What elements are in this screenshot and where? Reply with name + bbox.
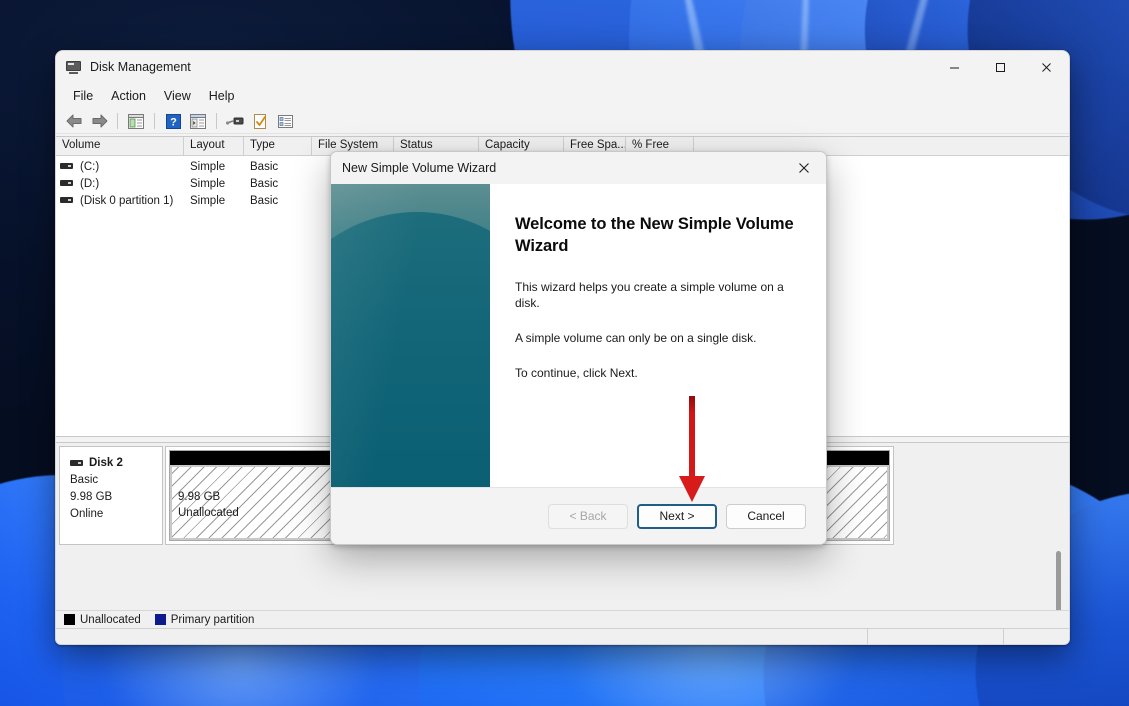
partition-label: 9.98 GB Unallocated [178, 489, 239, 521]
help-icon[interactable]: ? [162, 111, 184, 131]
drive-icon [60, 197, 73, 204]
cell-layout: Simple [190, 194, 226, 207]
window-titlebar[interactable]: Disk Management [56, 51, 1069, 83]
toolbar-separator [154, 113, 155, 129]
all-tasks-icon[interactable] [274, 111, 296, 131]
properties-icon[interactable] [249, 111, 271, 131]
wizard-content: Welcome to the New Simple Volume Wizard … [490, 184, 826, 487]
vertical-scrollbar[interactable] [1054, 443, 1063, 644]
legend-swatch-unallocated [64, 614, 75, 625]
legend-item-unallocated: Unallocated [64, 614, 141, 626]
show-hide-console-tree-icon[interactable] [125, 111, 147, 131]
wizard-titlebar[interactable]: New Simple Volume Wizard [331, 152, 826, 184]
cell-layout: Simple [190, 177, 226, 190]
column-header-volume[interactable]: Volume [56, 137, 184, 155]
disk-management-icon [66, 59, 82, 75]
wizard-footer: < Back Next > Cancel [331, 487, 826, 544]
new-simple-volume-wizard-dialog: New Simple Volume Wizard Welcome to the … [330, 151, 827, 545]
close-icon[interactable] [1023, 51, 1069, 83]
wizard-heading: Welcome to the New Simple Volume Wizard [515, 215, 794, 255]
disk-type: Basic [70, 474, 99, 486]
status-bar [56, 628, 1069, 644]
disk-status: Online [70, 508, 104, 520]
menu-file[interactable]: File [64, 86, 102, 106]
toolbar-separator [117, 113, 118, 129]
cell-volume: (Disk 0 partition 1) [80, 194, 174, 207]
disk-size: 9.98 GB [70, 491, 113, 503]
cell-layout: Simple [190, 160, 226, 173]
partition-size: 9.98 GB [178, 491, 221, 503]
close-icon[interactable] [782, 152, 826, 184]
wizard-body: Welcome to the New Simple Volume Wizard … [331, 184, 826, 487]
wizard-banner-image [331, 184, 490, 487]
legend-label-primary-partition: Primary partition [170, 613, 255, 626]
maximize-icon[interactable] [977, 51, 1023, 83]
drive-icon [60, 163, 73, 170]
wizard-paragraph-2: A simple volume can only be on a single … [515, 331, 757, 345]
wizard-paragraph-3: To continue, click Next. [515, 366, 638, 380]
menu-action[interactable]: Action [102, 86, 155, 106]
menu-view[interactable]: View [155, 86, 200, 106]
column-header-layout[interactable]: Layout [184, 137, 244, 155]
svg-text:?: ? [170, 116, 177, 128]
cancel-button[interactable]: Cancel [726, 503, 806, 529]
show-hide-action-pane-icon[interactable] [187, 111, 209, 131]
window-controls [931, 51, 1069, 83]
rescan-disks-icon[interactable] [224, 111, 246, 131]
cell-volume: (D:) [80, 177, 100, 190]
legend-label-unallocated: Unallocated [80, 613, 141, 626]
cell-volume: (C:) [80, 160, 100, 173]
annotation-arrow-icon [679, 396, 705, 502]
menu-help[interactable]: Help [200, 86, 244, 106]
cell-type: Basic [250, 177, 279, 190]
disk-info-panel[interactable]: Disk 2 Basic 9.98 GB Online [59, 446, 163, 545]
wizard-title: New Simple Volume Wizard [342, 161, 497, 175]
forward-arrow-icon[interactable] [88, 111, 110, 131]
cell-type: Basic [250, 160, 279, 173]
partition-state: Unallocated [178, 507, 239, 519]
toolbar: ? [56, 109, 1069, 134]
disk-icon [70, 459, 83, 466]
column-header-type[interactable]: Type [244, 137, 312, 155]
cell-type: Basic [250, 194, 279, 207]
back-arrow-icon[interactable] [63, 111, 85, 131]
partition-legend: Unallocated Primary partition [56, 610, 1069, 628]
disk-name-row: Disk 2 [70, 455, 162, 472]
legend-item-primary-partition: Primary partition [154, 613, 255, 626]
drive-icon [60, 180, 73, 187]
status-bar-segment [867, 629, 1003, 644]
legend-swatch-primary-partition [154, 614, 166, 625]
next-button[interactable]: Next > [637, 503, 717, 529]
toolbar-separator [216, 113, 217, 129]
minimize-icon[interactable] [931, 51, 977, 83]
disk-name: Disk 2 [89, 457, 123, 469]
status-bar-segment [1003, 629, 1069, 644]
window-title: Disk Management [90, 60, 191, 74]
wizard-paragraph-1: This wizard helps you create a simple vo… [515, 280, 784, 310]
menubar: File Action View Help [56, 83, 1069, 109]
back-button[interactable]: < Back [548, 503, 628, 529]
